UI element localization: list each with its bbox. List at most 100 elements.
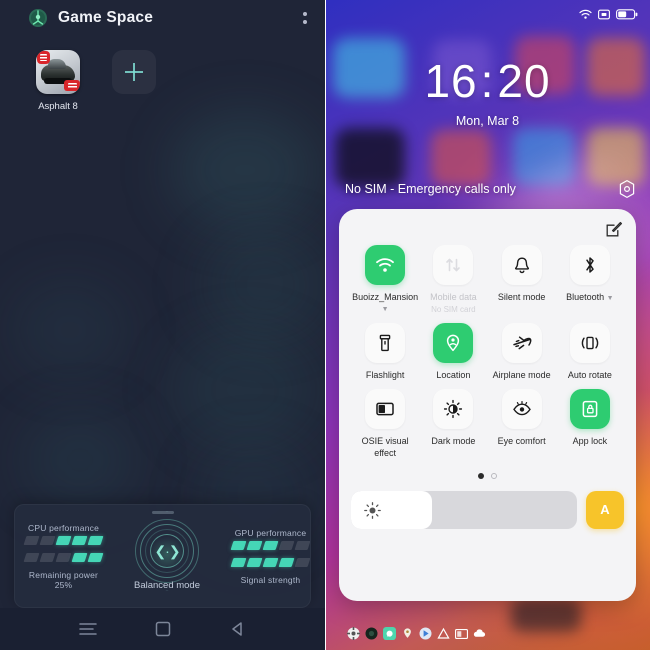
whatsapp-icon[interactable] (383, 627, 396, 640)
game-list: Asphalt 8 (0, 36, 325, 112)
bluetooth-icon (569, 245, 610, 285)
gpu-performance-label: GPU performance (234, 527, 307, 538)
wifi-icon (579, 9, 592, 20)
tile-label-location: Location (436, 370, 471, 380)
tile-wifi[interactable]: Buoizz_Mansion ▼ (351, 245, 419, 315)
game-item-label: Asphalt 8 (38, 101, 78, 112)
game-space-header: Game Space (0, 0, 325, 36)
performance-right-column: GPU performance Signal strength (222, 527, 310, 585)
clock-minutes: 20 (497, 55, 551, 107)
page-indicator (351, 472, 624, 481)
drive-icon[interactable] (437, 627, 450, 640)
page-title: Game Space (58, 9, 154, 26)
clock-date: Mon, Mar 8 (455, 114, 520, 128)
location-icon[interactable] (401, 627, 414, 640)
game-item-asphalt-8[interactable]: Asphalt 8 (36, 50, 80, 112)
navigation-bar (0, 608, 325, 650)
chevron-down-icon[interactable]: ▼ (382, 306, 389, 313)
eye-comfort-icon (501, 389, 542, 430)
tile-label-wifi: Buoizz_Mansion ▼ (352, 292, 419, 314)
tile-bluetooth[interactable]: Bluetooth ▼ (556, 245, 624, 315)
tile-label-app-lock: App lock (572, 436, 608, 447)
vowifi-icon (598, 9, 610, 20)
app-lock-icon (569, 389, 610, 430)
control-center-sheet: Buoizz_Mansion ▼ Mobile data No SIM card (339, 209, 636, 601)
page-dot-active[interactable] (478, 472, 484, 479)
tile-label-mobile-data: Mobile data (430, 292, 477, 302)
tile-auto-rotate[interactable]: Auto rotate (556, 323, 624, 381)
performance-left-column: CPU performance Remaining power 25% (15, 523, 112, 590)
edit-tiles-icon[interactable] (604, 219, 624, 239)
tile-silent-mode[interactable]: Silent mode (488, 245, 556, 315)
back-icon[interactable] (227, 618, 249, 640)
remaining-power-label: Remaining power 25% (28, 569, 99, 590)
osie-visual-effect-icon (365, 389, 406, 430)
wifi-icon (365, 245, 406, 285)
brightness-sun-icon (364, 501, 381, 524)
tile-osie-visual-effect[interactable]: OSIE visual effect (351, 389, 419, 459)
notification-icons-bar (325, 627, 650, 640)
tile-sub-mobile-data: No SIM card (431, 305, 476, 315)
home-icon[interactable] (152, 618, 174, 640)
tile-label-dark-mode: Dark mode (431, 436, 476, 447)
clock-hours: 16 (424, 55, 478, 107)
tile-label-airplane-mode: Airplane mode (492, 370, 551, 380)
gallery-icon[interactable] (455, 627, 468, 640)
airplane-icon (501, 323, 542, 363)
settings-icon[interactable] (347, 627, 360, 640)
page-dot[interactable] (491, 472, 497, 479)
cloud-icon[interactable] (473, 627, 486, 640)
tile-mobile-data[interactable]: Mobile data No SIM card (419, 245, 487, 315)
more-options-icon[interactable] (297, 8, 313, 28)
tile-label-bluetooth: Bluetooth ▼ (566, 292, 614, 302)
settings-gear-icon[interactable] (616, 178, 638, 200)
panel-divider (325, 0, 326, 650)
signal-strength-label: Signal strength (240, 574, 301, 585)
tile-label-silent-mode: Silent mode (497, 292, 546, 302)
quick-settings-grid: Buoizz_Mansion ▼ Mobile data No SIM card (351, 245, 624, 459)
flashlight-icon (365, 323, 406, 363)
game-space-panel: Game Space Asphalt 8 CPU performance Rem… (0, 0, 325, 650)
sim-status-text: No SIM - Emergency calls only (345, 182, 516, 196)
tile-dark-mode[interactable]: Dark mode (419, 389, 487, 459)
remaining-power-bars (23, 552, 104, 562)
tile-airplane-mode[interactable]: Airplane mode (488, 323, 556, 381)
tile-flashlight[interactable]: Flashlight (351, 323, 419, 381)
balanced-mode-icon: ❮·❯ (154, 542, 180, 559)
tile-location[interactable]: Location (419, 323, 487, 381)
gpu-performance-bars (230, 540, 310, 550)
mobile-data-icon (433, 245, 474, 285)
clock-separator: : (480, 55, 495, 107)
sim-status-row: No SIM - Emergency calls only (325, 178, 650, 200)
camera-icon[interactable] (365, 627, 378, 640)
clock-time: 16:20 (325, 58, 650, 104)
location-pin-icon (433, 323, 474, 363)
asphalt-8-app-icon (36, 50, 80, 94)
battery-icon (616, 8, 638, 20)
game-space-logo-icon (28, 8, 48, 28)
auto-rotate-icon (569, 323, 610, 363)
cpu-performance-bars (23, 535, 104, 545)
bell-icon (501, 245, 542, 285)
add-game-icon (112, 50, 156, 94)
tile-label-eye-comfort: Eye comfort (497, 436, 546, 447)
dark-mode-icon (433, 389, 474, 430)
performance-mode-label: Balanced mode (133, 580, 201, 591)
tile-label-auto-rotate: Auto rotate (567, 370, 612, 380)
control-center-panel: 16:20 Mon, Mar 8 No SIM - Emergency call… (325, 0, 650, 650)
tile-eye-comfort[interactable]: Eye comfort (488, 389, 556, 459)
brightness-row: A (351, 490, 624, 529)
performance-widget: CPU performance Remaining power 25% ❮·❯ (14, 504, 311, 608)
performance-mode-dial[interactable]: ❮·❯ Balanced mode (112, 505, 222, 607)
screenshot-root: Game Space Asphalt 8 CPU performance Rem… (0, 0, 650, 650)
chevron-down-icon[interactable]: ▼ (607, 295, 614, 302)
lock-screen-clock: 16:20 Mon, Mar 8 (325, 58, 650, 128)
signal-strength-bars (230, 557, 310, 567)
add-game-button[interactable] (112, 50, 156, 112)
brightness-slider[interactable] (351, 490, 577, 529)
recents-icon[interactable] (77, 618, 99, 640)
auto-brightness-button[interactable]: A (586, 490, 624, 529)
play-store-icon[interactable] (419, 627, 432, 640)
tile-app-lock[interactable]: App lock (556, 389, 624, 459)
cpu-performance-label: CPU performance (27, 522, 100, 533)
